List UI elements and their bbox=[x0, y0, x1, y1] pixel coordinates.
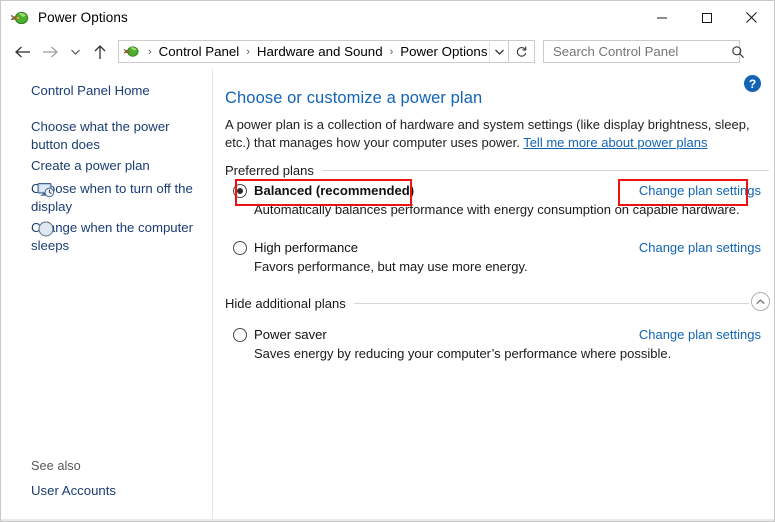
plan-description-balanced: Automatically balances performance with … bbox=[254, 202, 740, 217]
chevron-down-icon[interactable] bbox=[489, 41, 508, 62]
chevron-up-icon[interactable] bbox=[751, 292, 770, 311]
power-options-window: Power Options › Control Panel › Hardware… bbox=[0, 0, 775, 522]
plan-name-power-saver: Power saver bbox=[254, 327, 327, 342]
page-title: Choose or customize a power plan bbox=[225, 89, 483, 107]
plan-description-high-performance: Favors performance, but may use more ene… bbox=[254, 259, 528, 274]
window-title: Power Options bbox=[38, 10, 128, 25]
search-icon[interactable] bbox=[731, 45, 745, 59]
sidebar-item-power-button[interactable]: Choose what the power button does bbox=[31, 118, 207, 154]
breadcrumb-item-control-panel[interactable]: Control Panel bbox=[157, 44, 242, 59]
change-plan-settings-balanced[interactable]: Change plan settings bbox=[639, 183, 761, 198]
status-strip bbox=[1, 519, 774, 521]
sidebar-item-control-panel-home[interactable]: Control Panel Home bbox=[31, 82, 150, 99]
moon-sleep-icon bbox=[37, 220, 55, 238]
breadcrumb-item-hardware-and-sound[interactable]: Hardware and Sound bbox=[255, 44, 385, 59]
up-arrow-icon[interactable] bbox=[86, 37, 114, 67]
tell-me-more-link[interactable]: Tell me more about power plans bbox=[523, 135, 707, 150]
divider bbox=[321, 170, 769, 171]
sidebar-item-turn-off-display[interactable]: Choose when to turn off the display bbox=[31, 180, 207, 216]
plan-name-balanced: Balanced (recommended) bbox=[254, 183, 415, 198]
divider bbox=[353, 303, 749, 304]
breadcrumb[interactable]: › Control Panel › Hardware and Sound › P… bbox=[118, 40, 509, 63]
recent-locations-chevron-icon[interactable] bbox=[64, 37, 86, 67]
page-description: A power plan is a collection of hardware… bbox=[225, 116, 769, 151]
window-body: Control Panel Home Choose what the power… bbox=[1, 69, 774, 521]
maximize-button[interactable] bbox=[684, 1, 729, 34]
breadcrumb-separator: › bbox=[148, 45, 152, 58]
sidebar-item-label: Create a power plan bbox=[31, 158, 150, 173]
radio-power-saver[interactable] bbox=[233, 327, 247, 342]
radio-balanced[interactable] bbox=[233, 183, 247, 198]
sidebar-item-label: Change when the computer sleeps bbox=[31, 220, 194, 253]
preferred-plans-header: Preferred plans bbox=[225, 163, 769, 178]
main-content: ? Choose or customize a power plan A pow… bbox=[214, 69, 774, 521]
sidebar-item-create-power-plan[interactable]: Create a power plan bbox=[31, 157, 207, 175]
breadcrumb-item-power-options[interactable]: Power Options bbox=[398, 44, 489, 59]
search-input[interactable] bbox=[551, 43, 731, 60]
sidebar-item-label: Choose what the power button does bbox=[31, 119, 170, 152]
hide-additional-plans-label: Hide additional plans bbox=[225, 296, 346, 311]
forward-arrow-icon[interactable] bbox=[36, 37, 64, 67]
sidebar-item-label: Choose when to turn off the display bbox=[31, 181, 193, 214]
radio-high-performance[interactable] bbox=[233, 240, 247, 255]
see-also-heading: See also bbox=[31, 458, 81, 473]
close-button[interactable] bbox=[729, 1, 774, 34]
preferred-plans-label: Preferred plans bbox=[225, 163, 314, 178]
breadcrumb-separator: › bbox=[389, 45, 394, 58]
window-controls bbox=[639, 1, 774, 34]
breadcrumb-separator: › bbox=[246, 45, 250, 58]
minimize-button[interactable] bbox=[639, 1, 684, 34]
power-plug-icon-small bbox=[123, 43, 140, 60]
plan-row-high-performance[interactable]: High performance Favors performance, but… bbox=[233, 240, 769, 274]
sidebar: Control Panel Home Choose what the power… bbox=[1, 69, 213, 521]
change-plan-settings-power-saver[interactable]: Change plan settings bbox=[639, 327, 761, 342]
search-box[interactable] bbox=[543, 40, 745, 63]
sidebar-item-computer-sleeps[interactable]: Change when the computer sleeps bbox=[31, 219, 207, 255]
navigation-bar: › Control Panel › Hardware and Sound › P… bbox=[1, 34, 774, 69]
plan-row-power-saver[interactable]: Power saver Saves energy by reducing you… bbox=[233, 327, 769, 361]
hide-additional-plans-header[interactable]: Hide additional plans bbox=[225, 296, 749, 311]
back-arrow-icon[interactable] bbox=[8, 37, 36, 67]
power-plug-icon bbox=[10, 8, 30, 28]
change-plan-settings-high-performance[interactable]: Change plan settings bbox=[639, 240, 761, 255]
help-icon[interactable]: ? bbox=[744, 75, 761, 92]
title-bar: Power Options bbox=[1, 1, 774, 34]
plan-row-balanced[interactable]: Balanced (recommended) Automatically bal… bbox=[233, 183, 769, 217]
monitor-clock-icon bbox=[37, 181, 55, 199]
plan-name-high-performance: High performance bbox=[254, 240, 359, 255]
refresh-button[interactable] bbox=[509, 40, 535, 63]
sidebar-item-user-accounts[interactable]: User Accounts bbox=[31, 482, 116, 499]
plan-description-power-saver: Saves energy by reducing your computer’s… bbox=[254, 346, 672, 361]
